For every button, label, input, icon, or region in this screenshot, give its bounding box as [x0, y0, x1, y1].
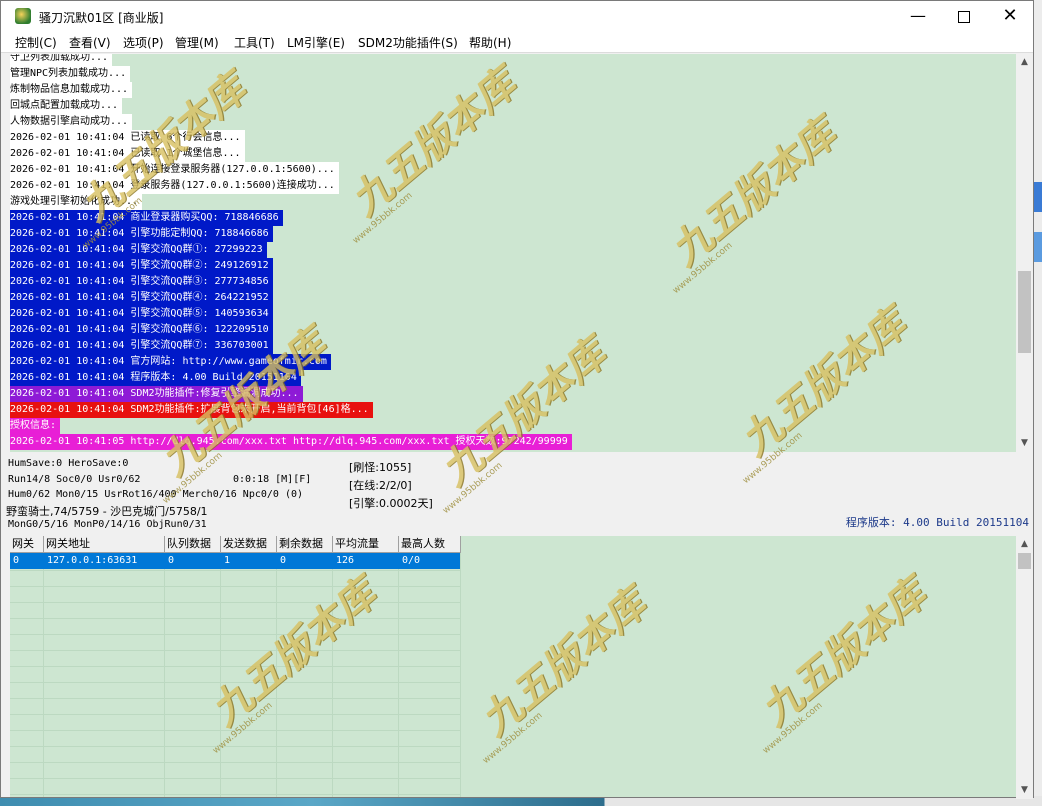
status-panel: HumSave:0 HeroSave:0 Run14/8 Soc0/0 Usr0… — [1, 455, 1033, 533]
status-timer: 0:0:18 [M][F] — [233, 474, 312, 485]
log-panel[interactable]: 守卫列表加载成功... 管理NPC列表加载成功... 炼制物品信息加载成功... 回城… — [10, 54, 1016, 452]
status-refresh: [刷怪:1055] — [349, 461, 412, 474]
log-line: 炼制物品信息加载成功... — [10, 82, 133, 98]
column-header[interactable]: 网关 — [10, 536, 44, 553]
desktop-background — [1034, 0, 1042, 806]
title-bar[interactable]: 骚刀沉默01区 [商业版] — ✕ — [1, 1, 1033, 31]
column-divider — [332, 536, 333, 797]
menu-bar: 控制(C) 查看(V) 选项(P) 管理(M) 工具(T) LM引擎(E) SD… — [1, 31, 1033, 53]
desktop-icon[interactable] — [1034, 182, 1042, 212]
column-divider — [164, 536, 165, 797]
log-line: 2026-02-01 10:41:04 程序版本: 4.00 Build 201… — [10, 370, 301, 386]
log-line: 2026-02-01 10:41:04 引擎功能定制QQ: 718846686 — [10, 226, 273, 242]
status-engine: [引擎:0.0002天] — [349, 497, 433, 510]
close-button[interactable]: ✕ — [987, 1, 1033, 31]
maximize-button[interactable] — [941, 1, 987, 31]
column-header[interactable]: 队列数据 — [165, 536, 221, 553]
log-line: 2026-02-01 10:41:04 引擎交流QQ群⑤: 140593634 — [10, 306, 273, 322]
log-line: 2026-02-01 10:41:04 引擎交流QQ群⑦: 336703001 — [10, 338, 273, 354]
scroll-thumb[interactable] — [1018, 271, 1031, 353]
scroll-up-arrow-icon[interactable]: ▲ — [1016, 536, 1033, 553]
scroll-up-arrow-icon[interactable]: ▲ — [1016, 54, 1033, 71]
menu-options[interactable]: 选项(P) — [123, 34, 164, 51]
menu-tools[interactable]: 工具(T) — [234, 34, 275, 51]
log-line: 2026-02-01 10:41:04 引擎交流QQ群④: 264221952 — [10, 290, 273, 306]
menu-manage[interactable]: 管理(M) — [175, 34, 219, 51]
status-run: Run14/8 Soc0/0 Usr0/62 — [8, 474, 141, 485]
table-scrollbar[interactable]: ▲ ▼ — [1016, 536, 1033, 799]
log-line: 2026-02-01 10:41:04 已读取 6个行会信息... — [10, 130, 245, 146]
log-line: 2026-02-01 10:41:04 官方网站: http://www.gam… — [10, 354, 331, 370]
table-cell: 127.0.0.1:63631 — [47, 555, 138, 566]
menu-help[interactable]: 帮助(H) — [469, 34, 511, 51]
log-line: 2026-02-01 10:41:04 引擎交流QQ群③: 277734856 — [10, 274, 273, 290]
log-line: 2026-02-01 10:41:04 SDM2功能插件:扩展背包未开启,当前背… — [10, 402, 373, 418]
column-header[interactable]: 网关地址 — [44, 536, 165, 553]
desktop-icon[interactable] — [1034, 232, 1042, 262]
column-divider — [220, 536, 221, 797]
column-header[interactable]: 最高人数 — [399, 536, 461, 553]
table-cell: 0 — [168, 555, 175, 566]
menu-control[interactable]: 控制(C) — [15, 34, 57, 51]
log-line: 回城点配置加载成功... — [10, 98, 123, 114]
column-divider — [43, 536, 44, 797]
app-icon — [15, 8, 31, 24]
log-line: 2026-02-01 10:41:04 已读取 1个城堡信息... — [10, 146, 245, 162]
table-cell: 0/0 — [402, 555, 421, 566]
table-cell: 126 — [336, 555, 355, 566]
log-line: 游戏处理引擎初始化成功... — [10, 194, 143, 210]
column-divider — [398, 536, 399, 797]
status-monster: 野蛮骑士,74/5759 - 沙巴克城门/5758/1 — [6, 505, 208, 518]
log-line: 人物数据引擎启动成功... — [10, 114, 133, 130]
log-line: 2026-02-01 10:41:04 SDM2功能插件:修复引擎漏洞成功... — [10, 386, 303, 402]
column-divider — [460, 536, 461, 797]
column-header[interactable]: 剩余数据 — [277, 536, 333, 553]
log-line: 2026-02-01 10:41:04 引擎交流QQ群②: 249126912 — [10, 258, 273, 274]
menu-view[interactable]: 查看(V) — [69, 34, 111, 51]
log-line: 2026-02-01 10:41:04 登录服务器(127.0.0.1:5600… — [10, 178, 339, 194]
app-window: 骚刀沉默01区 [商业版] — ✕ 控制(C) 查看(V) 选项(P) 管理(M… — [0, 0, 1034, 799]
log-scrollbar[interactable]: ▲ ▼ — [1016, 54, 1033, 452]
status-save: HumSave:0 HeroSave:0 — [8, 458, 129, 469]
log-line: 2026-02-01 10:41:04 引擎交流QQ群⑥: 122209510 — [10, 322, 273, 338]
table-cell: 0 — [13, 555, 20, 566]
grid-lines — [10, 536, 461, 797]
column-divider — [276, 536, 277, 797]
scroll-down-arrow-icon[interactable]: ▼ — [1016, 435, 1033, 452]
maximize-icon — [958, 10, 970, 23]
log-line: 2026-02-01 10:41:04 开始连接登录服务器(127.0.0.1:… — [10, 162, 339, 178]
window-title: 骚刀沉默01区 [商业版] — [39, 11, 164, 25]
log-line: 2026-02-01 10:41:04 商业登录器购买QQ: 718846686 — [10, 210, 283, 226]
status-online: [在线:2/2/0] — [349, 479, 412, 492]
log-line: 2026-02-01 10:41:05 http://dlq.945.com/x… — [10, 434, 572, 450]
status-mon: MonG0/5/16 MonP0/14/16 ObjRun0/31 — [8, 519, 207, 530]
menu-lm-engine[interactable]: LM引擎(E) — [287, 34, 345, 51]
log-line: 授权信息: — [10, 418, 61, 434]
minimize-button[interactable]: — — [895, 1, 941, 31]
gateway-table[interactable]: 网关 网关地址 队列数据 发送数据 剩余数据 平均流量 最高人数 0 127.0… — [10, 536, 1016, 797]
status-hum: Hum0/62 Mon0/15 UsrRot16/400 Merch0/16 N… — [8, 489, 304, 500]
table-cell: 0 — [280, 555, 287, 566]
menu-sdm2-plugin[interactable]: SDM2功能插件(S) — [358, 34, 458, 51]
scroll-down-arrow-icon[interactable]: ▼ — [1016, 782, 1033, 799]
column-header[interactable]: 平均流量 — [333, 536, 399, 553]
version-label: 程序版本: 4.00 Build 20151104 — [845, 516, 1029, 529]
scroll-thumb[interactable] — [1018, 553, 1031, 569]
log-line: 守卫列表加载成功... — [10, 54, 113, 66]
table-cell: 1 — [224, 555, 231, 566]
column-header[interactable]: 发送数据 — [221, 536, 277, 553]
log-line: 管理NPC列表加载成功... — [10, 66, 131, 82]
log-line: 2026-02-01 10:41:04 引擎交流QQ群①: 27299223 — [10, 242, 267, 258]
